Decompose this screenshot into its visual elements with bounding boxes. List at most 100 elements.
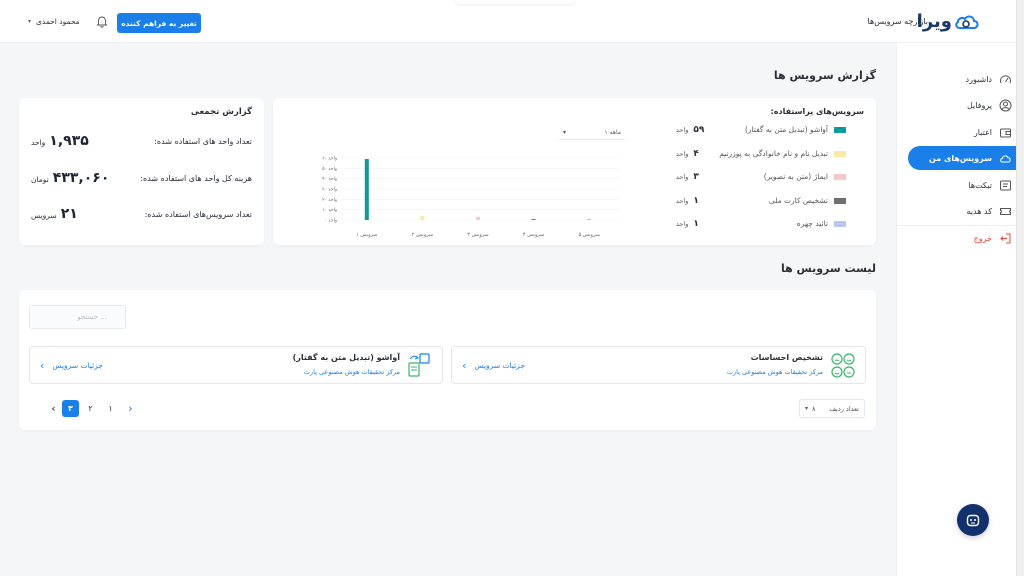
chart-bar[interactable] [364, 159, 369, 220]
chevron-down-icon: ▾ [28, 18, 32, 25]
top-header: ویرا بازارچه سرویس‌ها تغییر به فراهم کنن… [0, 0, 1016, 43]
summary-label: تعداد واحد های استفاده شده: [154, 136, 252, 146]
search-input[interactable]: جستجو ... [29, 305, 126, 329]
change-to-provider-button[interactable]: تغییر به فراهم کننده [117, 13, 201, 33]
chart-bar[interactable] [531, 218, 536, 220]
legend-number: ۵۹ [693, 124, 705, 135]
user-menu[interactable]: ▾ محمود احمدی [28, 17, 80, 26]
legend-number: ۴ [693, 148, 699, 159]
prev-page-button[interactable]: ‹ [45, 400, 62, 417]
y-tick-label: ۶۰ واحد [322, 157, 337, 162]
legend-name: تبدیل نام و نام خانوادگی به پوزرنیم [719, 149, 828, 158]
support-bot-button[interactable] [957, 504, 989, 536]
cloud-icon [1000, 154, 1011, 162]
sidebar-item-credit[interactable]: اعتبار [974, 122, 1012, 142]
summary-row: هزینه کل واحد های استفاده شده: ۴۳۳,۰۶۰ تو… [31, 170, 252, 186]
legend-value: ۱ واحد [676, 196, 699, 206]
summary-label: تعداد سرویس‌های استفاده شده: [144, 209, 252, 219]
page-scrollbar[interactable] [1016, 0, 1024, 576]
service-provider: مرکز تحقیقات هوش مصنوعی پارت [303, 368, 400, 376]
legend-item: تشخیص کارت ملی ۱ واحد [676, 196, 846, 206]
chart-bar[interactable] [587, 218, 592, 220]
page-button[interactable]: ۳ [62, 400, 79, 417]
used-services-title: سرویس‌های پراستفاده: [770, 107, 864, 116]
service-card[interactable]: آواشو (تبدیل متن به گفتار) مرکز تحقیقات … [29, 346, 443, 384]
chart-bar[interactable] [476, 216, 480, 220]
service-details-link[interactable]: ‹ جزئیات سرویس [462, 359, 525, 372]
legend-name: آواشو (تبدیل متن به گفتار) [744, 125, 828, 134]
sidebar-item-logout[interactable]: خروج [974, 228, 1012, 248]
legend-item: تبدیل نام و نام خانوادگی به پوزرنیم ۴ واح… [676, 149, 846, 159]
summary-number: ۴۳۳,۰۶۰ [52, 170, 110, 186]
sidebar-item-dashboard[interactable]: داشبورد [966, 69, 1012, 89]
rows-per-page-select[interactable]: ▾ ۸ تعداد ردیف [799, 399, 865, 418]
services-title: لیست سرویس ها [780, 262, 876, 275]
service-name: تشخیص احساسات [750, 353, 823, 362]
legend-unit: واحد [676, 125, 689, 134]
legend-unit: واحد [676, 219, 689, 228]
period-value: ۱ ماهه [604, 128, 621, 136]
chevron-left-icon: ‹ [462, 359, 467, 372]
sidebar-item-label: خروج [973, 233, 992, 243]
legend-value: ۵۹ واحد [676, 125, 704, 135]
sidebar-item-label: سرویس‌های من [929, 153, 992, 163]
summary-row: تعداد واحد های استفاده شده: ۱,۹۳۵ واحد [31, 133, 252, 149]
user-name: محمود احمدی [36, 17, 80, 26]
service-details-link[interactable]: ‹ جزئیات سرویس [40, 359, 103, 372]
x-tick-label: سرویس ۵ [578, 232, 599, 238]
y-tick-label: ۰ واحد [325, 219, 337, 224]
y-tick-label: ۳۰ واحد [322, 187, 337, 193]
legend-value: ۴ واحد [676, 149, 699, 159]
legend-number: ۳ [693, 171, 699, 182]
summary-card: گزارش تجمعی تعداد واحد های استفاده شده: … [19, 98, 264, 245]
summary-unit: تومان [31, 175, 49, 184]
legend-item: تائید چهره ۱ واحد [676, 219, 846, 229]
sidebar-item-gift-code[interactable]: کد هدیه [967, 201, 1012, 221]
sidebar-item-profile[interactable]: پروفایل [967, 95, 1012, 115]
rows-label: تعداد ردیف [829, 404, 859, 413]
legend-item: ایماژ (متن به تصویر) ۳ واحد [676, 171, 846, 182]
legend-swatch [834, 173, 846, 180]
page-button[interactable]: ۱ [102, 400, 119, 417]
legend-swatch [834, 150, 846, 157]
legend-item: آواشو (تبدیل متن به گفتار) ۵۹ واحد [676, 125, 846, 135]
page-button[interactable]: ۲ [82, 400, 99, 417]
chart-bar[interactable] [420, 215, 425, 220]
x-tick-label: سرویس ۲ [412, 232, 433, 238]
chevron-left-icon: ‹ [40, 359, 45, 372]
x-tick-label: سرویس ۴ [523, 232, 544, 238]
gift-code-icon [1000, 207, 1011, 215]
robot-icon [966, 514, 980, 527]
period-select[interactable]: ▾ ۱ ماهه [559, 125, 625, 140]
chevron-down-icon: ▾ [563, 128, 567, 136]
speedometer-icon [1000, 74, 1011, 83]
y-tick-label: ۲۰ واحد [322, 198, 337, 203]
service-card[interactable]: تشخیص احساسات مرکز تحقیقات هوش مصنوعی پا… [451, 346, 866, 384]
cloud-logo-icon [955, 15, 979, 29]
sidebar-item-label: تیکت‌ها [968, 180, 992, 190]
bell-icon[interactable] [96, 16, 108, 28]
sidebar-item-tickets[interactable]: تیکت‌ها [968, 175, 1012, 195]
used-services-card: سرویس‌های پراستفاده: آواشو (تبدیل متن به… [273, 98, 876, 245]
legend-swatch [834, 126, 846, 133]
sidebar-item-label: کد هدیه [966, 206, 992, 216]
summary-unit: واحد [31, 138, 46, 147]
summary-value: ۱,۹۳۵ واحد [31, 133, 89, 149]
service-details-label: جزئیات سرویس [474, 361, 525, 370]
x-tick-label: سرویس ۱ [356, 232, 377, 238]
legend-swatch [834, 197, 846, 204]
text-to-speech-icon [408, 353, 430, 377]
legend-swatch [834, 220, 846, 227]
ticket-icon [1000, 180, 1011, 190]
pagination: ‹ ۳ ۲ ۱ › [45, 400, 139, 417]
sidebar-item-my-services[interactable]: سرویس‌های من [929, 146, 1012, 170]
service-name: آواشو (تبدیل متن به گفتار) [292, 353, 400, 362]
legend-number: ۱ [693, 195, 699, 206]
service-details-label: جزئیات سرویس [52, 361, 103, 370]
marketplace-link[interactable]: بازارچه سرویس‌ها [868, 17, 928, 26]
next-page-button[interactable]: › [122, 400, 139, 417]
legend-name: تائید چهره [796, 219, 828, 228]
rows-select[interactable]: ▾ ۸ [805, 405, 816, 413]
legend-name: تشخیص کارت ملی [768, 196, 828, 205]
y-tick-label: ۵۰ واحد [322, 167, 337, 172]
